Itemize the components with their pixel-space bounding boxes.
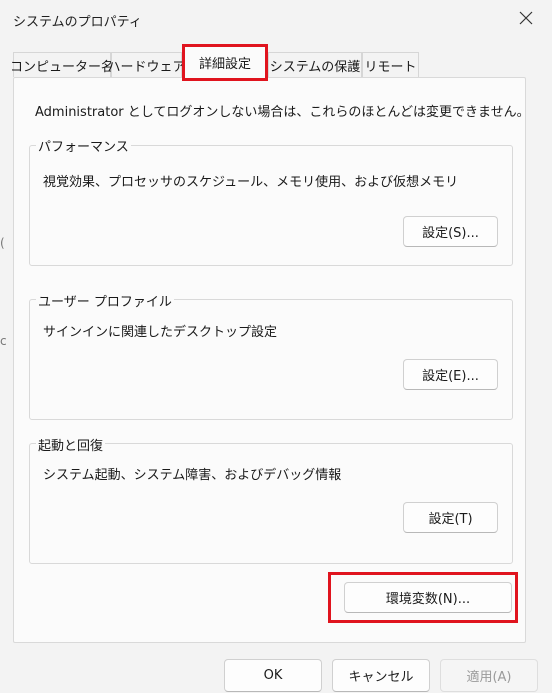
close-icon bbox=[519, 11, 533, 25]
performance-settings-button[interactable]: 設定(S)... bbox=[403, 216, 498, 247]
tab-advanced[interactable]: 詳細設定 bbox=[182, 44, 268, 81]
apply-button[interactable]: 適用(A) bbox=[440, 659, 538, 692]
user-profile-description: サインインに関連したデスクトップ設定 bbox=[43, 325, 278, 340]
highlight-environment-variables bbox=[328, 572, 518, 623]
startup-recovery-settings-button[interactable]: 設定(T) bbox=[403, 502, 498, 533]
tab-remote[interactable]: リモート bbox=[362, 52, 419, 77]
startup-recovery-description: システム起動、システム障害、およびデバッグ情報 bbox=[43, 468, 342, 483]
admin-notice: Administrator としてログオンしない場合は、これらのほとんどは変更で… bbox=[35, 105, 530, 120]
tab-hardware[interactable]: ハードウェア bbox=[108, 52, 186, 77]
background-window-edge: c bbox=[0, 334, 7, 348]
ok-button[interactable]: OK bbox=[224, 659, 322, 692]
background-window-edge: ( bbox=[0, 236, 5, 250]
performance-title: パフォーマンス bbox=[36, 136, 131, 155]
startup-recovery-title: 起動と回復 bbox=[36, 435, 106, 454]
user-profile-settings-button[interactable]: 設定(E)... bbox=[403, 359, 498, 390]
window-title: システムのプロパティ bbox=[13, 15, 142, 30]
user-profile-title: ユーザー プロファイル bbox=[36, 291, 174, 310]
tab-system-protection[interactable]: システムの保護 bbox=[268, 52, 362, 77]
performance-description: 視覚効果、プロセッサのスケジュール、メモリ使用、および仮想メモリ bbox=[43, 175, 459, 190]
tab-computer-name[interactable]: コンピューター名 bbox=[10, 52, 114, 77]
performance-group bbox=[29, 145, 513, 266]
close-button[interactable] bbox=[512, 4, 540, 32]
cancel-button[interactable]: キャンセル bbox=[332, 659, 430, 692]
